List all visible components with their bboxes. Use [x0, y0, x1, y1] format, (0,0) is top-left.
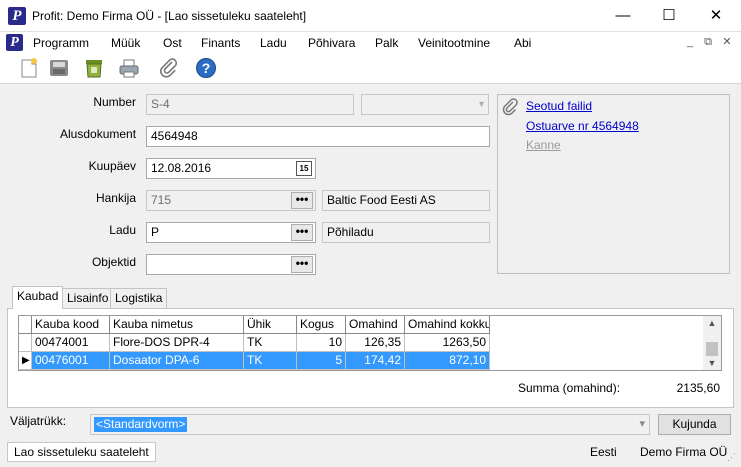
help-icon[interactable]: ? [195, 57, 217, 79]
valjatrukk-label: Väljatrükk: [10, 414, 67, 428]
col-header-kauba-kood[interactable]: Kauba kood [32, 316, 110, 334]
status-language: Eesti [590, 445, 617, 459]
col-header-kauba-nimetus[interactable]: Kauba nimetus [110, 316, 244, 334]
menu-myyk[interactable]: Müük [111, 36, 140, 50]
menu-pohivara[interactable]: Põhivara [308, 36, 355, 50]
menu-palk[interactable]: Palk [375, 36, 398, 50]
hankija-label: Hankija [95, 191, 136, 205]
kuupaev-field[interactable]: 12.08.2016 15 [146, 158, 316, 179]
seotud-failid-link[interactable]: Seotud failid [526, 99, 592, 113]
valjatrukk-select[interactable]: <Standardvorm> ▾ [90, 414, 650, 435]
alusdokument-label: Alusdokument [60, 127, 137, 141]
kujunda-button[interactable]: Kujunda [658, 414, 731, 435]
col-header-yhik[interactable]: Ühik [244, 316, 297, 334]
status-company: Demo Firma OÜ [640, 445, 728, 459]
col-header-omahind-kokku[interactable]: Omahind kokku [405, 316, 490, 334]
menu-veinitootmine[interactable]: Veinitootmine [418, 36, 490, 50]
objektid-label: Objektid [91, 255, 136, 269]
window-title: Profit: Demo Firma OÜ - [Lao sissetuleku… [32, 9, 307, 23]
summa-label: Summa (omahind): [518, 381, 621, 395]
tab-lisainfo[interactable]: Lisainfo [62, 288, 114, 308]
hankija-lookup-button[interactable]: ••• [291, 192, 313, 209]
menu-programm[interactable]: Programm [33, 36, 89, 50]
close-button[interactable]: ✕ [693, 0, 739, 32]
menu-abi[interactable]: Abi [514, 36, 531, 50]
open-document-tab[interactable]: Lao sissetuleku saateleht [7, 442, 156, 462]
attach-icon[interactable] [158, 57, 180, 79]
chevron-down-icon: ▾ [639, 418, 645, 430]
svg-text:?: ? [202, 60, 211, 76]
calendar-icon[interactable]: 15 [296, 161, 312, 176]
save-icon[interactable] [48, 57, 70, 79]
resize-grip-icon[interactable]: ⋰ [727, 452, 739, 464]
print-icon[interactable] [118, 57, 140, 79]
mdi-restore-icon[interactable]: ⧉ [701, 35, 715, 49]
hankija-name-field: Baltic Food Eesti AS [322, 190, 490, 211]
table-row-cell[interactable]: 872,10 [405, 352, 490, 370]
tab-kaubad[interactable]: Kaubad [12, 286, 64, 309]
table-row-cell[interactable]: 10 [297, 334, 346, 352]
table-row-cell[interactable]: TK [244, 334, 297, 352]
alusdokument-field[interactable]: 4564948 [146, 126, 490, 147]
number-series-select[interactable]: ▾ [361, 94, 489, 115]
kanne-link: Kanne [526, 138, 561, 152]
items-grid[interactable]: Kauba kood Kauba nimetus Ühik Kogus Omah… [18, 315, 722, 371]
kuupaev-label: Kuupäev [88, 159, 136, 173]
table-row-cell[interactable]: Dosaator DPA-6 [110, 352, 244, 370]
number-label: Number [93, 95, 136, 109]
toolbar [0, 53, 741, 84]
mdi-minimize-icon[interactable]: _ [683, 35, 697, 49]
table-row-cell[interactable]: 174,42 [346, 352, 405, 370]
number-field[interactable]: S-4 [146, 94, 354, 115]
col-header-omahind[interactable]: Omahind [346, 316, 405, 334]
tab-logistika[interactable]: Logistika [110, 288, 168, 308]
scroll-thumb[interactable] [706, 342, 718, 356]
table-row-cell[interactable]: TK [244, 352, 297, 370]
current-row-arrow-icon[interactable]: ▶ [19, 352, 32, 370]
table-row-cell[interactable]: Flore-DOS DPR-4 [110, 334, 244, 352]
app-icon: P [8, 7, 26, 25]
scroll-up-icon[interactable]: ▲ [703, 316, 721, 330]
document-icon[interactable]: P [6, 34, 23, 51]
ladu-lookup-button[interactable]: ••• [291, 224, 313, 241]
menu-ost[interactable]: Ost [163, 36, 182, 50]
col-header-kogus[interactable]: Kogus [297, 316, 346, 334]
minimize-button[interactable]: — [600, 0, 646, 32]
ladu-name-field: Põhiladu [322, 222, 490, 243]
table-row-cell[interactable]: 00476001 [32, 352, 110, 370]
scroll-down-icon[interactable]: ▼ [703, 356, 721, 370]
ostuarve-link[interactable]: Ostuarve nr 4564948 [526, 119, 639, 133]
summa-value: 2135,60 [676, 381, 720, 395]
row-indicator[interactable] [19, 334, 32, 352]
table-row-cell[interactable]: 126,35 [346, 334, 405, 352]
table-row-cell[interactable]: 5 [297, 352, 346, 370]
grid-corner [19, 316, 32, 334]
paperclip-icon [502, 98, 520, 121]
table-row-cell[interactable]: 1263,50 [405, 334, 490, 352]
table-row-cell[interactable]: 00474001 [32, 334, 110, 352]
valjatrukk-value: <Standardvorm> [94, 417, 188, 432]
delete-icon[interactable] [83, 57, 105, 79]
mdi-close-icon[interactable]: ✕ [720, 35, 734, 49]
objektid-lookup-button[interactable]: ••• [291, 256, 313, 273]
kuupaev-value: 12.08.2016 [151, 161, 212, 175]
grid-scrollbar[interactable]: ▲ ▼ [703, 316, 721, 370]
new-document-icon[interactable] [18, 57, 40, 79]
menu-ladu[interactable]: Ladu [260, 36, 287, 50]
ladu-label: Ladu [109, 223, 136, 237]
maximize-button[interactable]: ☐ [646, 0, 692, 32]
menu-finants[interactable]: Finants [201, 36, 240, 50]
chevron-down-icon: ▾ [478, 99, 484, 110]
